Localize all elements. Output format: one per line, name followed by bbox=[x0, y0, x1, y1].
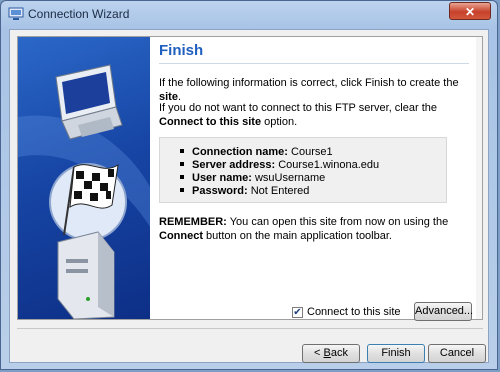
close-icon: ✕ bbox=[464, 5, 476, 19]
app-icon bbox=[8, 7, 24, 20]
back-button[interactable]: < Back bbox=[302, 344, 360, 363]
wizard-side-image bbox=[18, 37, 150, 319]
remember-note: REMEMBER: You can open this site from no… bbox=[159, 216, 449, 242]
button-separator bbox=[17, 328, 483, 329]
computers-checkered-flag-illustration bbox=[18, 64, 150, 319]
summary-server-address: Server address: Course1.winona.edu bbox=[180, 159, 379, 172]
summary-connection-name: Connection name: Course1 bbox=[180, 146, 379, 159]
page-heading: Finish bbox=[159, 42, 204, 59]
advanced-button[interactable]: Advanced... bbox=[414, 302, 473, 321]
wizard-window: Connection Wizard ✕ Finish If the follow… bbox=[0, 0, 498, 370]
page-edge bbox=[476, 37, 482, 319]
connect-to-site-label[interactable]: Connect to this site bbox=[307, 306, 401, 318]
client-area: Finish If the following information is c… bbox=[9, 29, 489, 363]
window-title: Connection Wizard bbox=[28, 7, 130, 21]
close-button[interactable]: ✕ bbox=[449, 2, 491, 20]
heading-divider bbox=[159, 63, 469, 64]
summary-password: Password: Not Entered bbox=[180, 185, 379, 198]
instruction-paragraph: If the following information is correct,… bbox=[159, 77, 459, 103]
finish-button[interactable]: Finish bbox=[367, 344, 425, 363]
connect-option-paragraph: If you do not want to connect to this FT… bbox=[159, 102, 437, 128]
title-bar[interactable]: Connection Wizard ✕ bbox=[1, 1, 497, 27]
monitor-icon bbox=[55, 64, 123, 140]
computer-tower-icon bbox=[57, 231, 115, 319]
wizard-page: Finish If the following information is c… bbox=[17, 36, 483, 320]
cancel-button[interactable]: Cancel bbox=[428, 344, 486, 363]
connect-to-site-checkbox[interactable]: ✔ bbox=[292, 307, 303, 318]
summary-user-name: User name: wsuUsername bbox=[180, 172, 379, 185]
connection-summary: Connection name: Course1 Server address:… bbox=[159, 137, 447, 203]
